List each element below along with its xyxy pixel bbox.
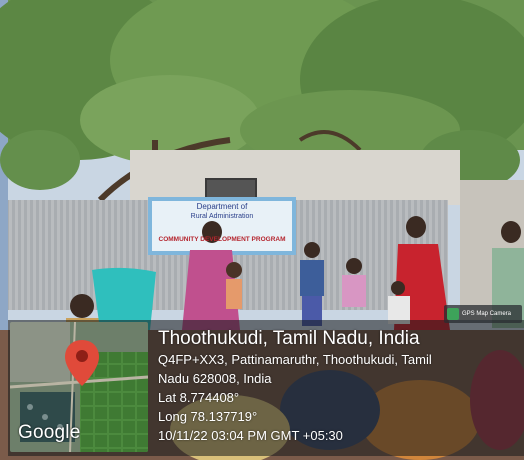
badge-label: GPS Map Camera bbox=[462, 311, 512, 317]
google-logo: Google bbox=[18, 422, 81, 443]
banner-line-2: Rural Administration bbox=[190, 213, 254, 220]
datetime: 10/11/22 03:04 PM GMT +05:30 bbox=[158, 428, 343, 443]
address-line-2: Nadu 628008, India bbox=[158, 371, 272, 386]
location-info: Thoothukudi, Tamil Nadu, India Q4FP+XX3,… bbox=[158, 328, 432, 445]
banner-text: Department of Rural Administration COMMU… bbox=[152, 202, 292, 252]
gps-camera-badge: GPS Map Camera bbox=[444, 305, 522, 323]
latitude: Lat 8.774408° bbox=[158, 390, 240, 405]
map-pin-icon bbox=[65, 340, 99, 386]
photo-frame: Department of Rural Administration COMMU… bbox=[0, 0, 524, 460]
longitude: Long 78.137719° bbox=[158, 409, 258, 424]
address-line-1: Q4FP+XX3, Pattinamaruthr, Thoothukudi, T… bbox=[158, 352, 432, 367]
banner-line-1: Department of bbox=[196, 202, 248, 211]
location-title: Thoothukudi, Tamil Nadu, India bbox=[158, 328, 420, 349]
banner-line-3: COMMUNITY DEVELOPMENT PROGRAM bbox=[158, 236, 286, 243]
gps-camera-icon bbox=[447, 308, 459, 320]
